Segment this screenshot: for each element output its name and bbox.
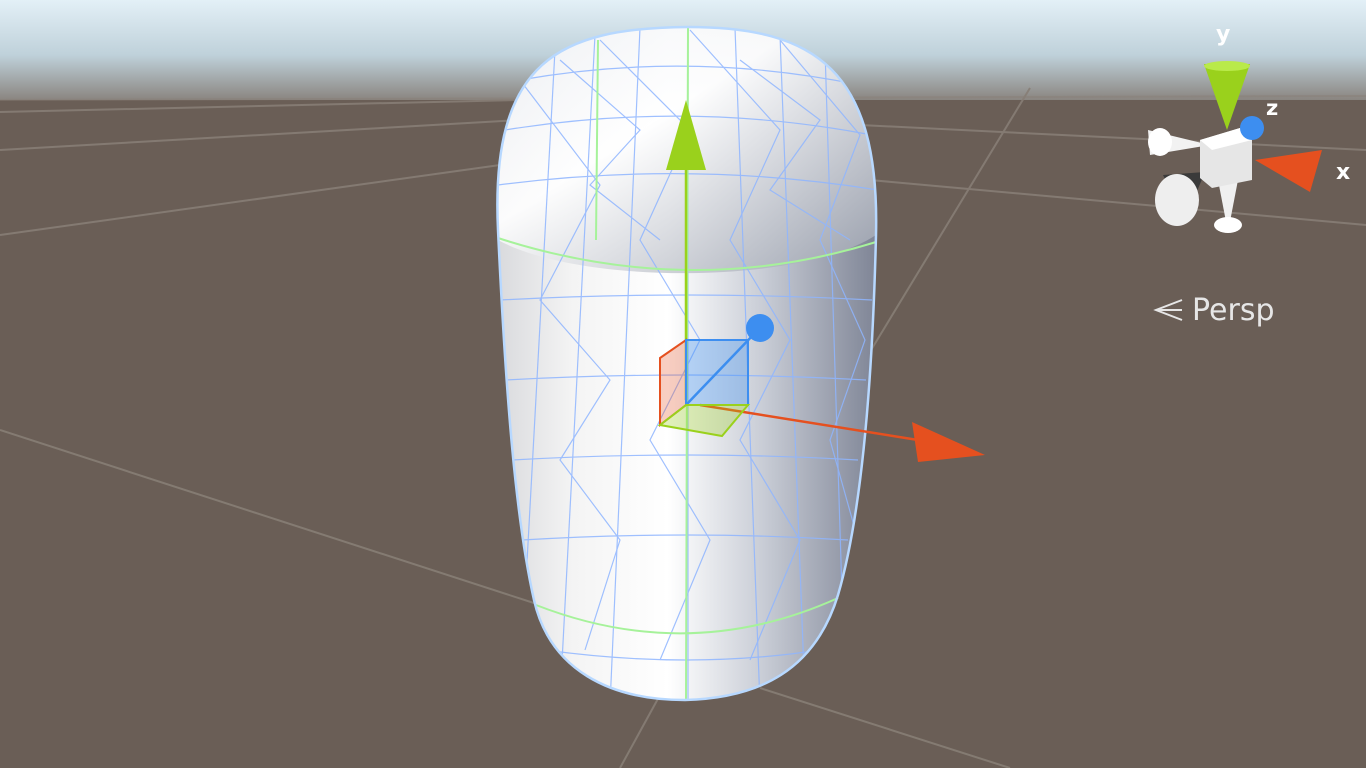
persp-chevron-icon — [1153, 299, 1183, 321]
gizmo-z-label: z — [1266, 96, 1279, 120]
projection-toggle[interactable]: Persp — [1150, 290, 1275, 330]
scene-viewport[interactable] — [0, 0, 1366, 768]
gizmo-z-sphere[interactable] — [1240, 116, 1264, 140]
projection-label: Persp — [1192, 292, 1275, 328]
xz-plane-handle[interactable] — [685, 339, 749, 406]
gizmo-neg-z-cap[interactable] — [1155, 174, 1199, 226]
z-axis-handle-cap[interactable] — [746, 314, 774, 342]
gizmo-y-label: y — [1216, 22, 1231, 47]
gizmo-x-label: x — [1336, 160, 1351, 185]
